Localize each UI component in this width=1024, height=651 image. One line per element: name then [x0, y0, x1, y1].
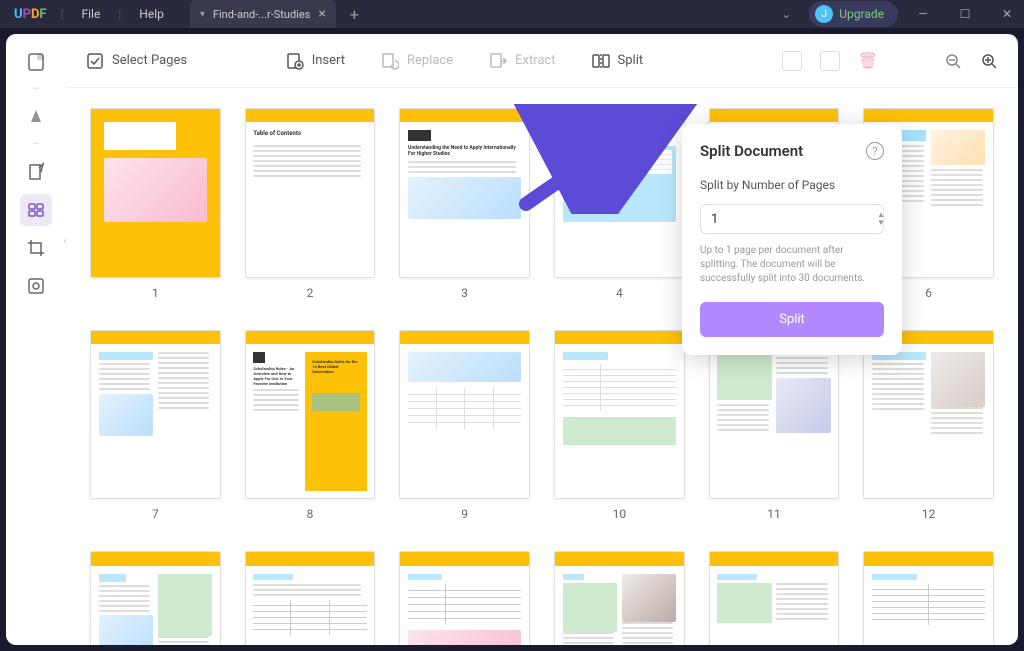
upgrade-button[interactable]: J Upgrade	[809, 1, 898, 27]
page-thumbnail[interactable]	[399, 330, 530, 500]
page-cell: 15	[399, 551, 530, 645]
window-maximize[interactable]: ☐	[948, 0, 982, 28]
page-thumbnail[interactable]	[90, 108, 221, 278]
page-thumbnail[interactable]	[90, 330, 221, 500]
split-popover-title: Split Document	[700, 142, 803, 160]
page-number: 10	[613, 507, 627, 521]
rotate-right-button[interactable]	[820, 51, 840, 71]
split-confirm-button[interactable]: Split	[700, 302, 884, 337]
insert-label: Insert	[312, 53, 345, 68]
main-panel: Select Pages Insert Replace Extract Spli…	[66, 34, 1018, 645]
page-cell: 1	[90, 108, 221, 300]
window-minimize[interactable]: —	[906, 0, 940, 28]
split-label: Split	[618, 53, 644, 68]
page-number: 3	[461, 286, 468, 300]
page-number: 2	[307, 286, 314, 300]
window-close[interactable]: ✕	[990, 0, 1024, 28]
app-logo: UPDF	[0, 7, 61, 22]
rotate-left-button[interactable]	[782, 51, 802, 71]
split-icon	[592, 52, 610, 70]
sidebar-ocr-icon[interactable]	[20, 270, 52, 302]
replace-icon	[381, 52, 399, 70]
page-cell: Understanding the Need to Apply Internat…	[399, 108, 530, 300]
page-thumbnail[interactable]	[709, 330, 840, 500]
sidebar: — —	[6, 34, 66, 645]
page-thumbnail[interactable]: Understanding the Need to Apply Internat…	[399, 108, 530, 278]
titlebar: UPDF | File | Help ▾ Find-and-...r-Studi…	[0, 0, 1024, 28]
page-cell: The 10 Best Global Universities Leading …	[554, 108, 685, 300]
page-thumbnail[interactable]	[90, 551, 221, 645]
delete-button[interactable]: 🗑	[858, 51, 878, 70]
sidebar-reader-icon[interactable]	[20, 46, 52, 78]
page-number: 11	[767, 507, 781, 521]
page-number: 8	[307, 507, 314, 521]
replace-button[interactable]: Replace	[381, 52, 453, 70]
split-pages-input[interactable]	[711, 212, 877, 227]
menu-file[interactable]: File	[64, 7, 119, 21]
sidebar-pages-icon[interactable]	[20, 194, 52, 226]
page-number: 7	[152, 507, 159, 521]
extract-icon	[489, 52, 507, 70]
page-cell: 17	[709, 551, 840, 645]
user-avatar: J	[815, 5, 833, 23]
tab-label: Find-and-...r-Studies	[213, 8, 310, 21]
page-cell: 16	[554, 551, 685, 645]
page-cell: 12	[863, 330, 994, 522]
sidebar-highlight-icon[interactable]	[20, 101, 52, 133]
page-cell: 10	[554, 330, 685, 522]
split-pages-input-row[interactable]: ▲▼	[700, 204, 884, 234]
close-tab-icon[interactable]: ×	[318, 6, 325, 22]
page-cell: 7	[90, 330, 221, 522]
help-icon[interactable]: ?	[866, 142, 884, 160]
page-thumbnail[interactable]: Table of Contents	[245, 108, 376, 278]
sidebar-separator: —	[32, 84, 40, 95]
split-by-label: Split by Number of Pages	[700, 178, 884, 192]
page-thumbnail[interactable]	[554, 551, 685, 645]
page-number: 9	[461, 507, 468, 521]
page-thumbnail[interactable]: The 10 Best Global Universities Leading …	[554, 108, 685, 278]
page-thumbnail[interactable]: Scholarship Rules - An Overview and How …	[245, 330, 376, 500]
replace-label: Replace	[407, 53, 453, 68]
page-thumbnail[interactable]	[863, 330, 994, 500]
page-number: 4	[616, 286, 623, 300]
split-popover: Split Document ? Split by Number of Page…	[682, 124, 902, 355]
page-cell: 9	[399, 330, 530, 522]
page-thumbnail[interactable]	[245, 551, 376, 645]
menu-help[interactable]: Help	[121, 7, 182, 21]
page-thumbnail[interactable]	[863, 551, 994, 645]
select-pages-label: Select Pages	[112, 53, 187, 68]
upgrade-label: Upgrade	[839, 7, 884, 21]
add-tab-button[interactable]: +	[336, 5, 373, 24]
page-thumbnail[interactable]	[399, 551, 530, 645]
extract-button[interactable]: Extract	[489, 52, 555, 70]
sidebar-edit-icon[interactable]	[20, 156, 52, 188]
page-cell: 18	[863, 551, 994, 645]
page-cell: 14	[245, 551, 376, 645]
tab-indicator-icon: ▾	[200, 9, 205, 20]
split-button[interactable]: Split	[592, 52, 644, 70]
insert-button[interactable]: Insert	[286, 52, 345, 70]
page-number: 12	[922, 507, 936, 521]
sidebar-separator: —	[32, 139, 40, 150]
page-number: 1	[152, 286, 159, 300]
page-cell: Scholarship Rules - An Overview and How …	[245, 330, 376, 522]
insert-icon	[286, 52, 304, 70]
page-number: 6	[925, 286, 932, 300]
select-pages-button[interactable]: Select Pages	[86, 52, 187, 70]
extract-label: Extract	[515, 53, 555, 68]
zoom-in-button[interactable]	[980, 52, 998, 70]
document-tab[interactable]: ▾ Find-and-...r-Studies ×	[190, 0, 336, 28]
split-hint-text: Up to 1 page per document after splittin…	[700, 244, 884, 286]
sidebar-crop-icon[interactable]	[20, 232, 52, 264]
spinner-buttons[interactable]: ▲▼	[877, 211, 885, 227]
page-cell: 11	[709, 330, 840, 522]
page-thumbnail[interactable]	[554, 330, 685, 500]
tabs-dropdown-icon[interactable]: ⌄	[771, 7, 801, 21]
page-cell: Table of Contents 2	[245, 108, 376, 300]
toolbar: Select Pages Insert Replace Extract Spli…	[66, 34, 1018, 88]
select-icon	[86, 52, 104, 70]
zoom-out-button[interactable]	[944, 52, 962, 70]
page-thumbnail[interactable]	[709, 551, 840, 645]
page-cell: 13	[90, 551, 221, 645]
